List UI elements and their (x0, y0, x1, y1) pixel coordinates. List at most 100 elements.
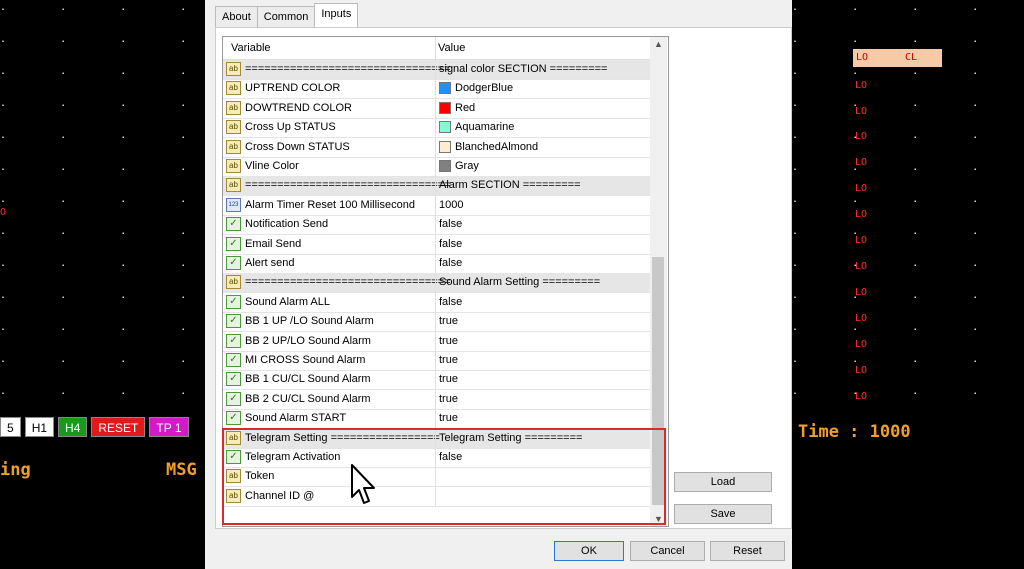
string-type-icon: ab (226, 81, 241, 96)
variable-name: MI CROSS Sound Alarm (245, 354, 366, 366)
input-row[interactable]: ✓ Sound Alarm ALL false (223, 292, 650, 313)
input-row[interactable]: ✓ Telegram Activation false (223, 448, 650, 468)
input-row[interactable]: ✓ Email Send false (223, 234, 650, 255)
input-row[interactable]: ✓ Notification Send false (223, 215, 650, 236)
input-row[interactable]: ✓ BB 1 CU/CL Sound Alarm true (223, 370, 650, 391)
input-row[interactable]: ✓ BB 1 UP /LO Sound Alarm true (223, 312, 650, 333)
save-button[interactable]: Save (674, 504, 772, 524)
scroll-up-icon[interactable]: ▲ (654, 39, 663, 49)
boolean-type-icon: ✓ (226, 217, 241, 232)
mouse-pointer-icon (351, 464, 375, 504)
scroll-down-icon[interactable]: ▼ (654, 514, 663, 524)
cancel-button[interactable]: Cancel (630, 541, 705, 561)
variable-value[interactable]: Alarm SECTION ========= (439, 179, 581, 191)
variable-value[interactable]: BlanchedAlmond (455, 141, 538, 153)
input-row[interactable]: ab ================================ Alarm … (223, 176, 650, 197)
lo-marker: LO (855, 261, 868, 272)
input-row[interactable]: ab Telegram Setting ================= Tele… (223, 428, 650, 449)
input-row[interactable]: ab Token (223, 467, 650, 488)
time-readout: Time : 1000 (798, 422, 911, 442)
boolean-type-icon: ✓ (226, 411, 241, 426)
variable-value[interactable]: true (439, 354, 458, 366)
grid-header: Variable Value (223, 37, 650, 60)
column-variable[interactable]: Variable (231, 42, 271, 54)
input-row[interactable]: ✓ BB 2 UP/LO Sound Alarm true (223, 331, 650, 352)
variable-value[interactable]: 1000 (439, 199, 463, 211)
variable-value[interactable]: true (439, 412, 458, 424)
chart-button-tp-1[interactable]: TP 1 (149, 417, 189, 437)
lo-marker: LO (855, 313, 868, 324)
variable-value[interactable]: signal color SECTION ========= (439, 63, 607, 75)
string-type-icon: ab (226, 159, 241, 173)
variable-value[interactable]: Aquamarine (455, 121, 514, 133)
input-row[interactable]: ab DOWTREND COLOR Red (223, 98, 650, 119)
tab-inputs[interactable]: Inputs (314, 3, 359, 30)
string-type-icon: ab (226, 488, 241, 503)
reset-button[interactable]: Reset (710, 541, 785, 561)
variable-value[interactable]: Sound Alarm Setting ========= (439, 276, 600, 288)
variable-name: Telegram Setting ================= (245, 431, 440, 444)
variable-name: ================================ (245, 276, 451, 289)
variable-value[interactable]: false (439, 218, 462, 230)
variable-value[interactable]: Telegram Setting ========= (439, 432, 582, 444)
input-row[interactable]: ✓ Sound Alarm START true (223, 409, 650, 430)
color-swatch (439, 101, 451, 114)
scroll-thumb[interactable] (652, 257, 664, 505)
variable-value[interactable]: DodgerBlue (455, 82, 513, 94)
input-row[interactable]: ✓ Alert send false (223, 254, 650, 274)
boolean-type-icon: ✓ (226, 450, 241, 464)
variable-name: UPTREND COLOR (245, 82, 341, 95)
variable-name: ================================ (245, 63, 451, 75)
tab-about[interactable]: About (215, 6, 258, 29)
lo-marker: LO (855, 209, 868, 220)
boolean-type-icon: ✓ (226, 333, 241, 348)
input-row[interactable]: ab ================================ Sound … (223, 273, 650, 294)
variable-name: Email Send (245, 237, 302, 250)
indicator-properties-dialog: About Common Inputs Variable Value ab =====… (205, 0, 792, 569)
color-swatch (439, 160, 451, 172)
chart-status-text: ing (0, 460, 31, 480)
variable-value[interactable]: true (439, 393, 458, 405)
grid-scrollbar[interactable]: ▲ ▼ (650, 37, 667, 526)
variable-value[interactable]: false (439, 451, 462, 463)
variable-value[interactable]: Red (455, 102, 475, 114)
chart-button-h1[interactable]: H1 (24, 417, 55, 437)
column-value[interactable]: Value (438, 42, 465, 54)
variable-name: Vline Color (245, 160, 299, 172)
chart-button-strip: 5 H1 H4 RESET TP 1 (0, 417, 189, 437)
lo-marker: LO (855, 235, 868, 246)
input-row[interactable]: ab ================================ signal… (223, 60, 650, 80)
variable-value[interactable]: false (439, 296, 462, 308)
ok-button[interactable]: OK (554, 541, 624, 561)
lo-marker: LO (855, 339, 868, 350)
boolean-type-icon: ✓ (226, 294, 241, 309)
tab-common[interactable]: Common (256, 6, 316, 29)
input-row[interactable]: ab Vline Color Gray (223, 157, 650, 177)
lo-cl-badge: LO CL (853, 49, 942, 67)
variable-value[interactable]: false (439, 238, 462, 250)
string-type-icon: ab (226, 120, 241, 135)
input-row[interactable]: ab Cross Down STATUS BlanchedAlmond (223, 137, 650, 158)
variable-value[interactable]: true (439, 315, 458, 327)
string-type-icon: ab (226, 275, 241, 290)
variable-value[interactable]: true (439, 335, 458, 347)
string-type-icon: ab (226, 469, 241, 484)
load-button[interactable]: Load (674, 472, 772, 492)
lo-marker: LO (855, 131, 868, 142)
input-row[interactable]: 123 Alarm Timer Reset 100 Millisecond 1000 (223, 195, 650, 216)
chart-button-5[interactable]: 5 (0, 417, 21, 437)
input-row[interactable]: ab Cross Up STATUS Aquamarine (223, 118, 650, 139)
chart-button-reset[interactable]: RESET (91, 417, 146, 437)
input-row[interactable]: ✓ MI CROSS Sound Alarm true (223, 351, 650, 371)
number-type-icon: 123 (226, 197, 241, 212)
chart-button-h4[interactable]: H4 (58, 417, 88, 437)
boolean-type-icon: ✓ (226, 353, 241, 367)
input-row[interactable]: ab UPTREND COLOR DodgerBlue (223, 79, 650, 100)
variable-value[interactable]: false (439, 257, 462, 269)
variable-value[interactable]: true (439, 373, 458, 385)
input-row[interactable]: ab Channel ID @ (223, 486, 650, 507)
variable-value[interactable]: Gray (455, 160, 479, 172)
variable-name: BB 1 UP /LO Sound Alarm (245, 315, 374, 328)
variable-name: DOWTREND COLOR (245, 101, 352, 114)
input-row[interactable]: ✓ BB 2 CU/CL Sound Alarm true (223, 389, 650, 410)
